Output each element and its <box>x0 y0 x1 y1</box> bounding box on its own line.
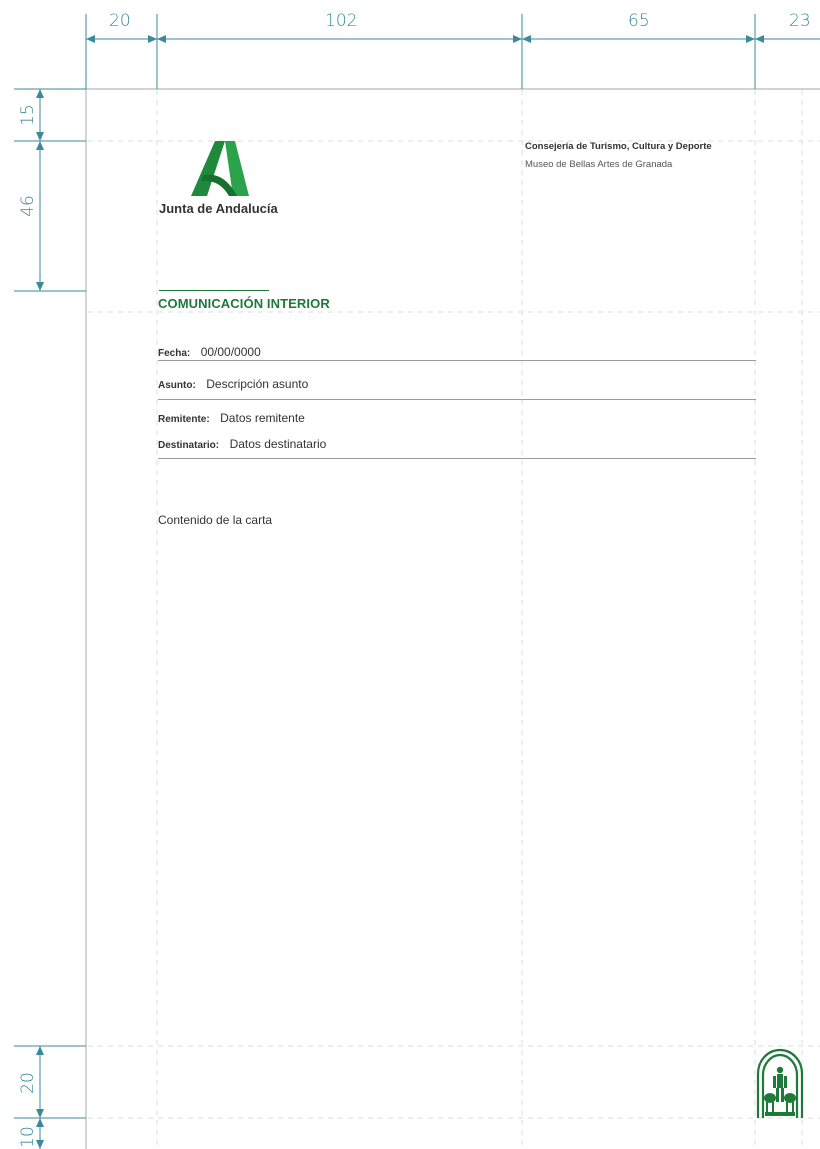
dimension-label-col-1: 102 <box>325 11 358 31</box>
destinatario-row: Destinatario: Datos destinatario <box>158 435 326 453</box>
asunto-label: Asunto: <box>158 380 196 391</box>
memo-title: COMUNICACIÓN INTERIOR <box>158 296 330 311</box>
junta-a-logo-icon <box>191 141 249 196</box>
org-subtitle: Museo de Bellas Artes de Granada <box>525 159 673 170</box>
divider <box>158 458 756 459</box>
remitente-row: Remitente: Datos remitente <box>158 409 305 427</box>
junta-logo: Junta de Andalucía <box>159 141 299 221</box>
fecha-row: Fecha: 00/00/0000 <box>158 343 261 361</box>
asunto-row: Asunto: Descripción asunto <box>158 375 308 393</box>
layout-guides <box>14 14 820 1149</box>
destinatario-value: Datos destinatario <box>229 437 327 451</box>
fecha-value: 00/00/0000 <box>200 345 261 359</box>
dimension-label-right-margin: 23 <box>789 11 811 31</box>
logo-text: Junta de Andalucía <box>159 201 278 216</box>
dimension-label-top-margin: 15 <box>18 104 38 126</box>
andalucia-shield-emblem-icon <box>756 1048 804 1118</box>
asunto-value: Descripción asunto <box>206 377 309 391</box>
dimension-label-footer-height: 20 <box>18 1072 38 1094</box>
title-accent-line <box>159 290 269 291</box>
dimension-label-header-height: 46 <box>18 195 38 217</box>
remitente-label: Remitente: <box>158 414 210 425</box>
dimension-label-left-margin: 20 <box>109 11 131 31</box>
destinatario-label: Destinatario: <box>158 440 220 451</box>
dimension-label-bottom-margin: 10 <box>18 1126 38 1148</box>
divider <box>158 360 756 361</box>
fecha-label: Fecha: <box>158 348 191 359</box>
divider <box>158 399 756 400</box>
letter-content: Contenido de la carta <box>158 513 273 527</box>
dimension-label-col-2: 65 <box>628 11 650 31</box>
org-name: Consejería de Turismo, Cultura y Deporte <box>525 141 712 152</box>
remitente-value: Datos remitente <box>220 411 305 425</box>
